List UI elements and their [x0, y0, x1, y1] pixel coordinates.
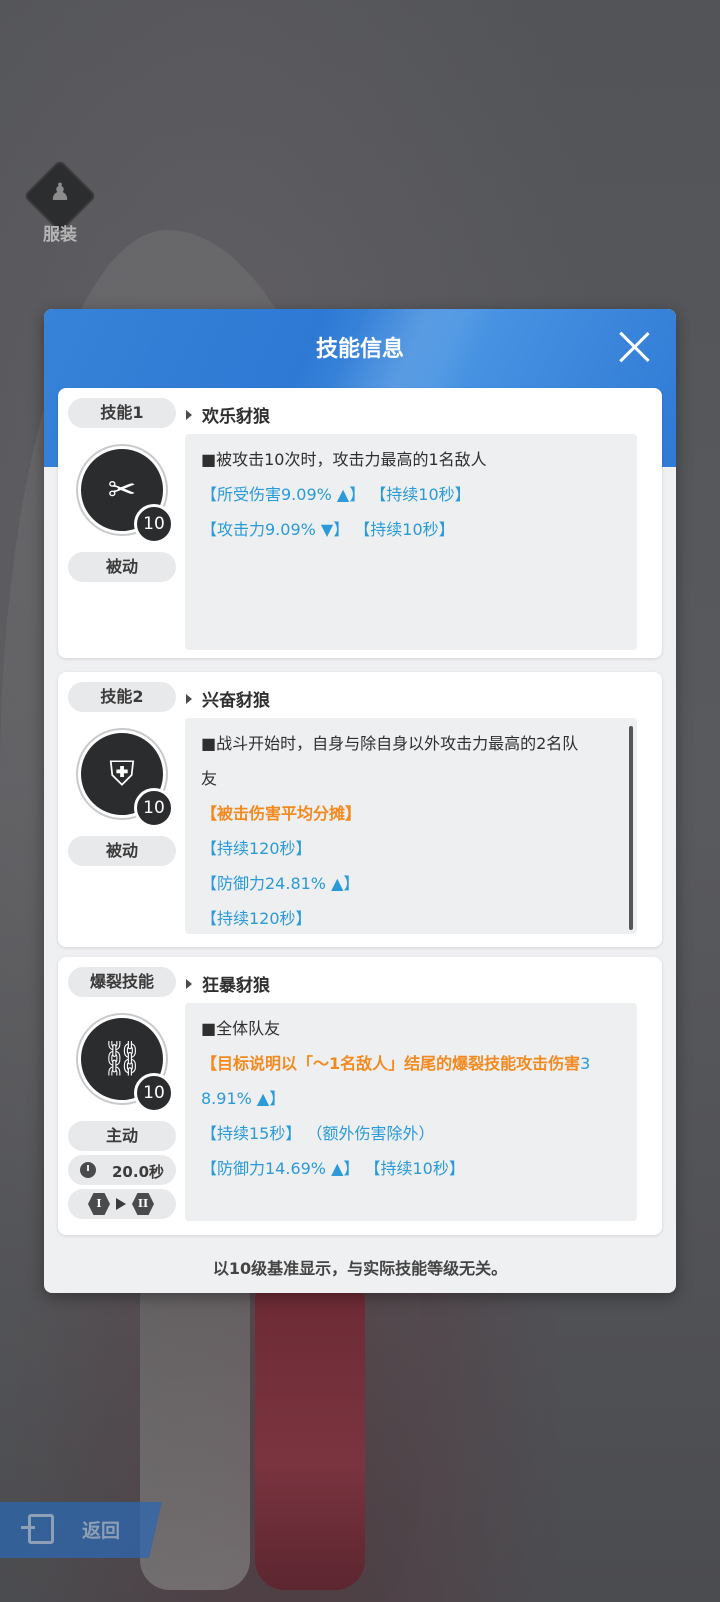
description-line: ■被攻击10次时，攻击力最高的1名敌人: [201, 450, 487, 469]
footnote: 以10级基准显示，与实际技能等级无关。: [212, 1259, 508, 1278]
exit-icon: [21, 1514, 54, 1544]
burst-stage-from-icon: I: [88, 1193, 110, 1215]
back-label: 返回: [82, 1520, 121, 1542]
skill-slot-label: 技能2: [68, 682, 176, 712]
burst-stage-pill: I II: [68, 1189, 176, 1219]
skill-description[interactable]: ■战斗开始时，自身与除自身以外攻击力最高的2名队 友 【被击伤害平均分摊】 【持…: [185, 718, 637, 934]
clock-icon: [80, 1162, 96, 1178]
description-line: 【持续120秒】: [201, 909, 312, 928]
description-line: ■全体队友: [201, 1019, 281, 1038]
skill-name: 欢乐豺狼: [186, 402, 270, 427]
skill-description: ■被攻击10次时，攻击力最高的1名敌人 【所受伤害9.09% ▲】 【持续10秒…: [185, 434, 637, 650]
skill-slot-label: 爆裂技能: [68, 967, 176, 997]
person-icon: ♟: [49, 178, 71, 206]
description-line: 【持续15秒】: [201, 1124, 302, 1143]
cooldown-value: 20.0秒: [112, 1163, 165, 1181]
skill-level-badge: 10: [134, 788, 174, 828]
description-line: 【攻击力9.09% ▼】 【持续10秒】: [201, 520, 455, 539]
character-leg-right: [255, 1270, 365, 1590]
skill-icon: ⛓ 10: [78, 1015, 174, 1113]
cooldown-pill: 20.0秒: [68, 1155, 176, 1185]
description-line-tail: 3: [580, 1054, 591, 1073]
arrow-right-icon: [116, 1198, 126, 1210]
description-line: ■战斗开始时，自身与除自身以外攻击力最高的2名队: [201, 734, 579, 753]
close-icon[interactable]: [614, 327, 654, 367]
skill-name: 狂暴豺狼: [186, 971, 270, 996]
description-line: 8.91% ▲】: [201, 1089, 286, 1108]
dialog-title: 技能信息: [315, 337, 404, 362]
skill-icon: ✂ 10: [78, 446, 174, 544]
description-scrollbar[interactable]: [629, 726, 633, 930]
outfit-label: 服装: [43, 225, 77, 245]
description-line-tail: （额外伤害除外）: [306, 1124, 435, 1143]
skill-slot-label: 技能1: [68, 398, 176, 428]
description-line: 【被击伤害平均分摊】: [201, 804, 362, 823]
skill-card-burst: 爆裂技能 狂暴豺狼 ⛓ 10 主动 20.0秒 I II ■全体队友 【目标说明…: [58, 957, 662, 1235]
skill-card-2: 技能2 兴奋豺狼 ⛨ 10 被动 ■战斗开始时，自身与除自身以外攻击力最高的2名…: [58, 672, 662, 947]
description-line: 【所受伤害9.09% ▲】 【持续10秒】: [201, 485, 471, 504]
skill-description: ■全体队友 【目标说明以「～1名敌人」结尾的爆裂技能攻击伤害3 8.91% ▲】…: [185, 1003, 637, 1221]
skill-card-1: 技能1 欢乐豺狼 ✂ 10 被动 ■被攻击10次时，攻击力最高的1名敌人 【所受…: [58, 388, 662, 658]
character-leg-left: [140, 1270, 250, 1590]
skill-icon: ⛨ 10: [78, 730, 174, 828]
description-line: 【防御力14.69% ▲】 【持续10秒】: [201, 1159, 465, 1178]
skill-type-label: 被动: [68, 836, 176, 866]
skill-info-dialog: 技能信息 技能1 欢乐豺狼 ✂ 10 被动 ■被攻击10次时，攻击力最高的1名敌…: [44, 309, 676, 1293]
description-line: 【防御力24.81% ▲】: [201, 874, 360, 893]
skill-level-badge: 10: [134, 504, 174, 544]
skill-name: 兴奋豺狼: [186, 686, 270, 711]
description-line: 友: [201, 769, 218, 788]
back-button[interactable]: 返回: [0, 1502, 162, 1558]
skill-type-label: 被动: [68, 552, 176, 582]
description-line: 【持续120秒】: [201, 839, 312, 858]
description-line: 【目标说明以「～1名敌人」结尾的爆裂技能攻击伤害: [201, 1054, 581, 1073]
skill-level-badge: 10: [134, 1073, 174, 1113]
burst-stage-to-icon: II: [132, 1193, 154, 1215]
skill-type-label: 主动: [68, 1121, 176, 1151]
outfit-button[interactable]: ♟ 服装: [23, 159, 97, 245]
